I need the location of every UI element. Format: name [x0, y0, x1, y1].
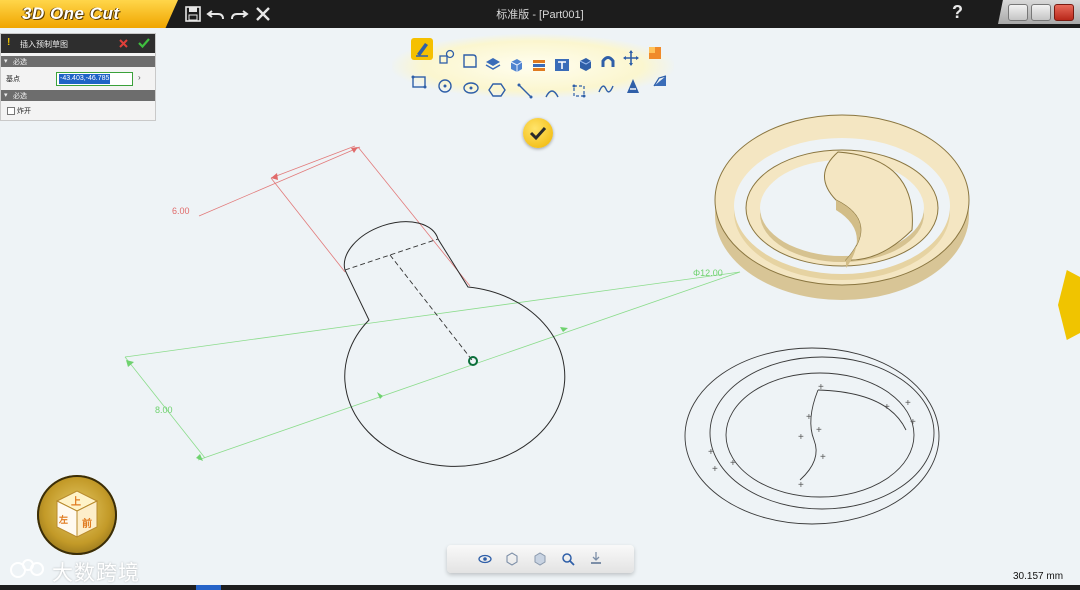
measurement-readout: 30.157 mm — [1013, 571, 1064, 582]
viewport-canvas[interactable]: + + + + + + + + + + + + — [0, 0, 1080, 590]
svg-text:+: + — [910, 417, 916, 428]
3d-part-model[interactable] — [714, 114, 970, 300]
svg-text:+: + — [820, 452, 826, 463]
status-bar — [0, 585, 1080, 590]
svg-text:+: + — [806, 412, 812, 423]
svg-text:左: 左 — [58, 514, 68, 525]
svg-text:+: + — [818, 382, 824, 393]
cube-view-icon[interactable] — [505, 552, 519, 566]
download-icon[interactable] — [589, 551, 603, 565]
svg-text:+: + — [712, 464, 718, 475]
dimension-6mm[interactable] — [198, 145, 471, 287]
dimension-lines-green[interactable] — [124, 271, 741, 461]
svg-text:+: + — [905, 398, 911, 409]
eye-icon[interactable] — [478, 552, 492, 566]
svg-text:+: + — [708, 447, 714, 458]
taskbar-indicator — [196, 585, 221, 590]
view-cube[interactable]: 上 左 前 — [37, 475, 117, 555]
dimension-label-diameter[interactable]: Φ12.00 — [693, 268, 723, 278]
watermark-text: 大数跨境 — [52, 562, 140, 585]
svg-text:前: 前 — [82, 517, 92, 530]
svg-text:+: + — [730, 458, 736, 469]
svg-text:+: + — [884, 402, 890, 413]
zoom-icon[interactable] — [561, 552, 575, 566]
svg-text:+: + — [816, 425, 822, 436]
dimension-label-6[interactable]: 6.00 — [172, 206, 190, 216]
wireframe-outline[interactable]: + + + + + + + + + + + + — [684, 347, 940, 525]
view-toolbar — [447, 545, 634, 573]
svg-text:+: + — [798, 432, 804, 443]
svg-text:+: + — [798, 480, 804, 491]
dimension-label-8[interactable]: 8.00 — [155, 405, 173, 415]
render-mode-icon[interactable] — [533, 552, 547, 566]
watermark-logo-icon — [10, 559, 44, 578]
svg-text:上: 上 — [71, 495, 81, 508]
view-cube-icon: 上 左 前 — [55, 490, 99, 538]
